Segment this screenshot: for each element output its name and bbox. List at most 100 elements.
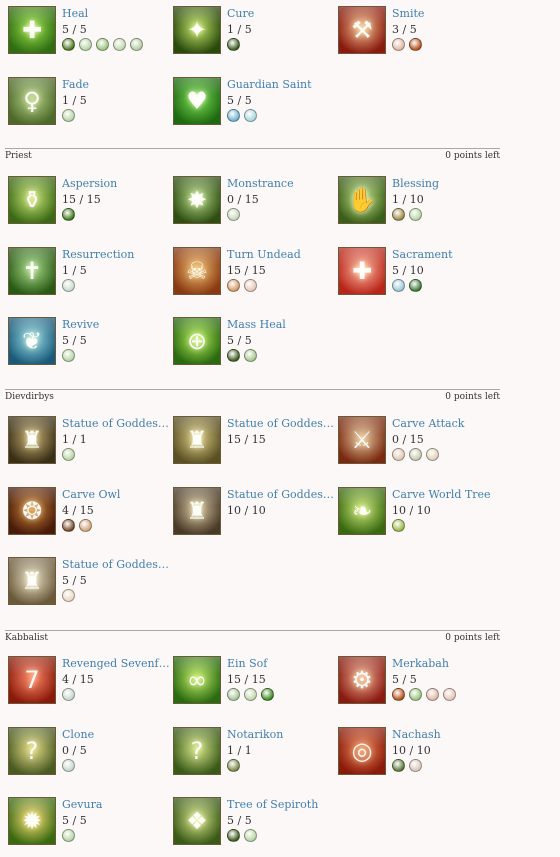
skill-name-link[interactable]: Smite	[392, 7, 500, 21]
attribute-icon[interactable]	[79, 519, 92, 532]
skill-name-link[interactable]: Sacrament	[392, 248, 500, 262]
attribute-icon[interactable]	[227, 109, 240, 122]
attribute-icon[interactable]	[62, 688, 75, 701]
skill-name-link[interactable]: Blessing	[392, 177, 500, 191]
attribute-icon[interactable]	[426, 448, 439, 461]
attribute-icon[interactable]	[392, 759, 405, 772]
skill-icon[interactable]: ♜	[8, 557, 56, 605]
skill-icon[interactable]: ∞	[173, 656, 221, 704]
skill-name-link[interactable]: Carve World Tree	[392, 488, 500, 502]
skill-name-link[interactable]: Carve Attack	[392, 417, 500, 431]
attribute-icon[interactable]	[62, 208, 75, 221]
skill-icon[interactable]: ?	[8, 727, 56, 775]
skill-name-link[interactable]: Statue of Goddess Ausrine	[62, 558, 170, 572]
attribute-icon[interactable]	[62, 109, 75, 122]
skill-name-link[interactable]: Heal	[62, 7, 170, 21]
attribute-icon[interactable]	[426, 688, 439, 701]
attribute-icon[interactable]	[227, 279, 240, 292]
attribute-icon[interactable]	[62, 279, 75, 292]
skill-name-link[interactable]: Gevura	[62, 798, 170, 812]
skill-icon[interactable]: ❦	[8, 317, 56, 365]
skill-name-link[interactable]: Turn Undead	[227, 248, 335, 262]
skill-name-link[interactable]: Nachash	[392, 728, 500, 742]
attribute-icon[interactable]	[392, 208, 405, 221]
attribute-icon[interactable]	[227, 829, 240, 842]
attribute-icon[interactable]	[62, 519, 75, 532]
skill-name-link[interactable]: Aspersion	[62, 177, 170, 191]
skill-icon[interactable]: ♜	[8, 416, 56, 464]
skill-icon[interactable]: ⚙	[338, 656, 386, 704]
attribute-icon[interactable]	[62, 349, 75, 362]
attribute-icon[interactable]	[409, 688, 422, 701]
skill-icon[interactable]: ☠	[173, 247, 221, 295]
skill-name-link[interactable]: Statue of Goddess Laima	[227, 488, 335, 502]
skill-name-link[interactable]: Ein Sof	[227, 657, 335, 671]
skill-name-link[interactable]: Fade	[62, 78, 170, 92]
skill-icon[interactable]: ✹	[8, 797, 56, 845]
skill-name-link[interactable]: Statue of Goddess Vakarine	[62, 417, 170, 431]
attribute-icon[interactable]	[244, 688, 257, 701]
skill-name-link[interactable]: Monstrance	[227, 177, 335, 191]
attribute-icon[interactable]	[409, 759, 422, 772]
skill-icon[interactable]: ⚱	[8, 176, 56, 224]
attribute-icon[interactable]	[62, 589, 75, 602]
skill-icon[interactable]: ♀	[8, 77, 56, 125]
attribute-icon[interactable]	[227, 208, 240, 221]
attribute-icon[interactable]	[392, 279, 405, 292]
skill-icon[interactable]: 7	[8, 656, 56, 704]
attribute-icon[interactable]	[261, 688, 274, 701]
skill-icon[interactable]: ✸	[173, 176, 221, 224]
attribute-icon[interactable]	[96, 38, 109, 51]
attribute-icon[interactable]	[62, 38, 75, 51]
skill-icon[interactable]: ❧	[338, 487, 386, 535]
attribute-icon[interactable]	[392, 38, 405, 51]
skill-name-link[interactable]: Revive	[62, 318, 170, 332]
skill-name-link[interactable]: Resurrection	[62, 248, 170, 262]
attribute-icon[interactable]	[227, 38, 240, 51]
skill-icon[interactable]: ⚒	[338, 6, 386, 54]
attribute-icon[interactable]	[392, 448, 405, 461]
attribute-icon[interactable]	[244, 279, 257, 292]
skill-name-link[interactable]: Revenged Sevenfold	[62, 657, 170, 671]
skill-name-link[interactable]: Clone	[62, 728, 170, 742]
attribute-icon[interactable]	[62, 759, 75, 772]
attribute-icon[interactable]	[227, 759, 240, 772]
attribute-icon[interactable]	[409, 279, 422, 292]
skill-icon[interactable]: ◎	[338, 727, 386, 775]
skill-icon[interactable]: ✦	[173, 6, 221, 54]
skill-name-link[interactable]: Merkabah	[392, 657, 500, 671]
skill-icon[interactable]: ♜	[173, 416, 221, 464]
skill-name-link[interactable]: Mass Heal	[227, 318, 335, 332]
attribute-icon[interactable]	[62, 448, 75, 461]
skill-name-link[interactable]: Notarikon	[227, 728, 335, 742]
attribute-icon[interactable]	[392, 519, 405, 532]
skill-name-link[interactable]: Statue of Goddess Zemyna	[227, 417, 335, 431]
attribute-icon[interactable]	[244, 349, 257, 362]
skill-icon[interactable]: ❖	[173, 797, 221, 845]
skill-name-link[interactable]: Guardian Saint	[227, 78, 335, 92]
attribute-icon[interactable]	[113, 38, 126, 51]
attribute-icon[interactable]	[409, 208, 422, 221]
skill-icon[interactable]: ✋	[338, 176, 386, 224]
skill-name-link[interactable]: Carve Owl	[62, 488, 170, 502]
skill-icon[interactable]: ✚	[8, 6, 56, 54]
attribute-icon[interactable]	[130, 38, 143, 51]
attribute-icon[interactable]	[443, 688, 456, 701]
attribute-icon[interactable]	[227, 688, 240, 701]
attribute-icon[interactable]	[409, 448, 422, 461]
skill-icon[interactable]: ❂	[8, 487, 56, 535]
skill-name-link[interactable]: Tree of Sepiroth	[227, 798, 335, 812]
skill-icon[interactable]: ♜	[173, 487, 221, 535]
skill-icon[interactable]: ?	[173, 727, 221, 775]
attribute-icon[interactable]	[244, 829, 257, 842]
skill-icon[interactable]: ✚	[338, 247, 386, 295]
skill-icon[interactable]: ⚔	[338, 416, 386, 464]
attribute-icon[interactable]	[392, 688, 405, 701]
attribute-icon[interactable]	[79, 38, 92, 51]
skill-icon[interactable]: ✝	[8, 247, 56, 295]
attribute-icon[interactable]	[62, 829, 75, 842]
skill-icon[interactable]: ♥	[173, 77, 221, 125]
skill-name-link[interactable]: Cure	[227, 7, 335, 21]
attribute-icon[interactable]	[244, 109, 257, 122]
attribute-icon[interactable]	[409, 38, 422, 51]
